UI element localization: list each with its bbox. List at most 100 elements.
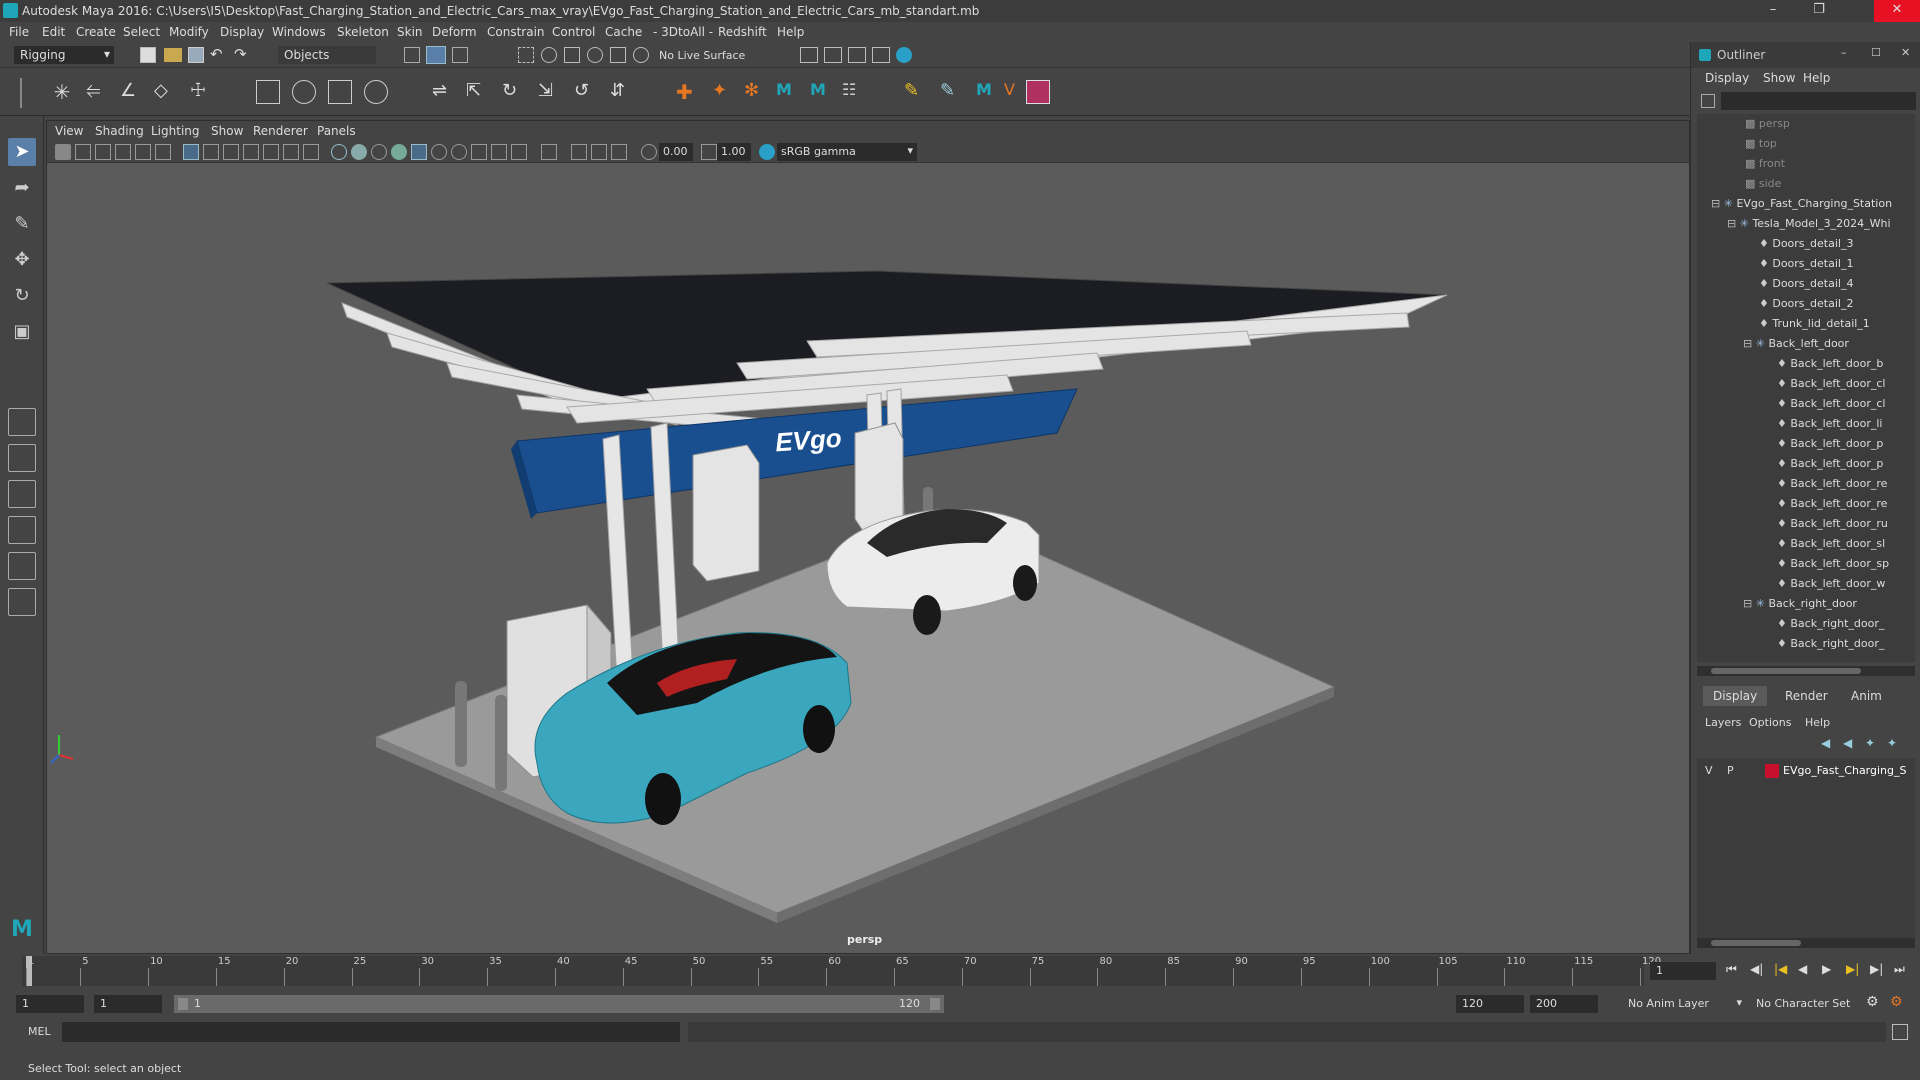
hypershade-icon[interactable] (896, 47, 912, 63)
scale-tool-icon[interactable]: ▣ (8, 318, 36, 346)
maya-m3-icon[interactable]: M (976, 80, 1000, 104)
ambient-occlusion-icon[interactable] (451, 144, 467, 160)
aim-constraint-icon[interactable]: ↺ (574, 80, 598, 104)
motion-blur-icon[interactable] (471, 144, 487, 160)
exposure-icon[interactable] (641, 144, 657, 160)
ol-menu-show[interactable]: Show (1763, 71, 1795, 85)
vp-menu-panels[interactable]: Panels (317, 124, 356, 138)
tree-item-back-left-door-sl[interactable]: ♦ Back_left_door_sl (1697, 534, 1915, 554)
time-slider[interactable]: 1 5 10 15 20 25 30 35 40 45 50 55 60 65 70 75 80 85 90 95 10… (0, 954, 1920, 988)
tree-item-back-right-door-2[interactable]: ♦ Back_right_door_ (1697, 634, 1915, 654)
tree-item-doors-detail-3[interactable]: ♦ Doors_detail_3 (1697, 234, 1915, 254)
layer-visibility-toggle[interactable]: V (1705, 764, 1713, 777)
lasso-tool-icon[interactable]: ➦ (8, 174, 36, 202)
layer-arrow-up-icon[interactable]: ◀ (1821, 736, 1830, 750)
tree-item-back-left-door-ru[interactable]: ♦ Back_left_door_ru (1697, 514, 1915, 534)
xray-components-icon[interactable] (611, 144, 627, 160)
live-surface-label[interactable]: No Live Surface (659, 49, 745, 62)
lattice-icon[interactable] (328, 80, 352, 104)
collapse-icon[interactable]: ⊟ (1727, 217, 1740, 230)
smooth-bind-icon[interactable] (292, 80, 316, 104)
range-slider[interactable]: 1 120 (174, 995, 944, 1013)
menu-redshift[interactable]: Redshift (718, 25, 767, 39)
tree-item-trunk-lid[interactable]: ♦ Trunk_lid_detail_1 (1697, 314, 1915, 334)
v-tool-icon[interactable]: V (1004, 80, 1028, 104)
ik-spline-icon[interactable]: ∠ (120, 80, 144, 104)
snap-curve-icon[interactable] (541, 47, 557, 63)
shadows-icon[interactable] (431, 144, 447, 160)
new-layer-selected-icon[interactable]: ✦ (1887, 736, 1897, 750)
snap-grid-icon[interactable] (518, 47, 534, 63)
step-back-frame-icon[interactable]: |◀ (1774, 962, 1787, 976)
anim-start-field[interactable]: 1 (94, 995, 162, 1013)
joint-tool-icon[interactable]: ✳ (50, 80, 74, 104)
menu-create[interactable]: Create (76, 25, 116, 39)
select-tool-icon[interactable]: ➤ (8, 138, 36, 166)
vp-menu-renderer[interactable]: Renderer (253, 124, 308, 138)
layer-name[interactable]: EVgo_Fast_Charging_S (1783, 764, 1907, 777)
tree-item-back-right-door[interactable]: ⊟ ✳ Back_right_door (1697, 594, 1915, 614)
rotate-tool-icon[interactable]: ↻ (8, 282, 36, 310)
tree-item-doors-detail-2[interactable]: ♦ Doors_detail_2 (1697, 294, 1915, 314)
bookmark-icon[interactable] (95, 144, 111, 160)
collapse-icon[interactable]: ⊟ (1743, 337, 1756, 350)
collapse-icon[interactable]: ⊟ (1743, 597, 1756, 610)
layers-menu-layers[interactable]: Layers (1705, 716, 1741, 729)
vp-menu-shading[interactable]: Shading (95, 124, 144, 138)
parent-constraint-icon[interactable]: ⇌ (432, 80, 456, 104)
select-by-component-icon[interactable] (452, 47, 468, 63)
gate-mask-icon[interactable] (243, 144, 259, 160)
menu-skeleton[interactable]: Skeleton (337, 25, 389, 39)
blendshape-icon[interactable]: ☷ (842, 80, 866, 104)
wireframe-icon[interactable] (331, 144, 347, 160)
maya-m-icon[interactable]: M (776, 80, 800, 104)
tree-item-back-left-door-sp[interactable]: ♦ Back_left_door_sp (1697, 554, 1915, 574)
ik-handle-icon[interactable]: ⥢ (86, 80, 110, 104)
persp-outliner-icon[interactable] (8, 552, 36, 580)
command-language-label[interactable]: MEL (28, 1025, 51, 1038)
outliner-filter-icon[interactable] (1701, 94, 1715, 108)
menu-windows[interactable]: Windows (272, 25, 326, 39)
tree-item-back-left-door-cl-2[interactable]: ♦ Back_left_door_cl (1697, 394, 1915, 414)
render-view-icon[interactable] (800, 47, 818, 63)
go-to-end-icon[interactable]: ⏭ (1894, 962, 1905, 977)
select-by-object-icon[interactable] (426, 46, 446, 64)
layer-playback-toggle[interactable]: P (1727, 764, 1734, 777)
safe-action-icon[interactable] (283, 144, 299, 160)
step-back-key-icon[interactable]: ◀| (1750, 962, 1763, 976)
outliner-minimize-button[interactable]: – (1841, 46, 1847, 59)
tree-item-back-right-door-1[interactable]: ♦ Back_right_door_ (1697, 614, 1915, 634)
tree-item-back-left-door-re-2[interactable]: ♦ Back_left_door_re (1697, 494, 1915, 514)
tree-item-tesla[interactable]: ⊟ ✳ Tesla_Model_3_2024_Whi (1697, 214, 1915, 234)
mode-selector[interactable]: Rigging ▾ (14, 46, 114, 64)
layers-menu-options[interactable]: Options (1749, 716, 1791, 729)
save-scene-icon[interactable] (188, 47, 204, 63)
range-end-handle[interactable] (930, 998, 940, 1010)
paint-weights-icon[interactable]: ✎ (904, 80, 928, 104)
minimize-button[interactable]: – (1750, 0, 1796, 22)
menu-file[interactable]: File (9, 25, 29, 39)
pole-vector-icon[interactable]: ⇵ (610, 80, 634, 104)
current-frame-field[interactable]: 1 (1650, 962, 1716, 980)
side-by-side-icon[interactable] (8, 480, 36, 508)
snap-view-icon[interactable] (587, 47, 603, 63)
collapse-icon[interactable]: ⊟ (1711, 197, 1724, 210)
layers-menu-help[interactable]: Help (1805, 716, 1830, 729)
ol-menu-display[interactable]: Display (1705, 71, 1749, 85)
vp-menu-view[interactable]: View (55, 124, 83, 138)
menu-modify[interactable]: Modify (169, 25, 209, 39)
menu-help[interactable]: Help (777, 25, 804, 39)
color-space-dropdown[interactable]: sRGB gamma ▾ (777, 143, 917, 161)
color-management-icon[interactable] (759, 144, 775, 160)
outliner-maximize-button[interactable]: ☐ (1871, 46, 1881, 59)
move-tool-icon[interactable]: ✥ (8, 246, 36, 274)
outliner-search-input[interactable] (1721, 92, 1916, 110)
step-forward-key-icon[interactable]: ▶| (1870, 962, 1883, 976)
new-layer-icon[interactable]: ✦ (1865, 736, 1875, 750)
graph-editor-icon[interactable] (1026, 80, 1050, 104)
layer-color-swatch[interactable] (1765, 764, 1779, 778)
vp-menu-show[interactable]: Show (211, 124, 243, 138)
gamma-icon[interactable] (701, 144, 717, 160)
tree-item-side[interactable]: ▩ side (1697, 174, 1915, 194)
single-view-icon[interactable] (8, 408, 36, 436)
